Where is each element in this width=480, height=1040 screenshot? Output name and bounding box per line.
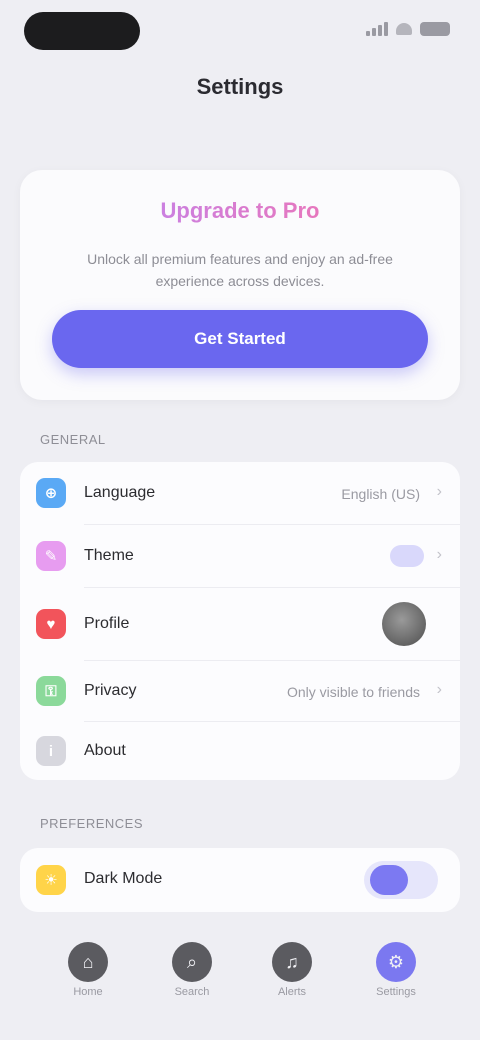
row-label: Dark Mode — [84, 870, 163, 887]
tab-home[interactable]: ⌂ Home — [60, 942, 116, 1002]
battery-icon — [420, 22, 450, 36]
chevron-right-icon: › — [436, 483, 442, 500]
globe-icon: ⊕ — [36, 478, 66, 508]
brush-icon: ✎ — [36, 541, 66, 571]
page-title: Settings — [196, 74, 284, 99]
tab-label: Home — [73, 986, 103, 998]
section-header-preferences: Preferences — [40, 816, 144, 831]
heart-icon: ♥ — [36, 609, 66, 639]
settings-row-about[interactable]: i About — [20, 722, 460, 780]
tab-label: Settings — [376, 986, 416, 998]
upgrade-title: Upgrade to Pro — [20, 198, 460, 224]
row-label: Language — [84, 484, 156, 501]
settings-row-dark-mode: ☀ Dark Mode — [20, 848, 460, 912]
row-label: Theme — [84, 547, 134, 564]
general-settings-group: ⊕ Language English (US) › ✎ Theme › ♥ Pr… — [20, 462, 460, 780]
tab-search[interactable]: ⌕ Search — [164, 942, 220, 1002]
dark-mode-toggle[interactable] — [364, 861, 438, 899]
tab-bar: ⌂ Home ⌕ Search ♫ Alerts ⚙ Settings — [0, 930, 480, 1040]
tab-alerts[interactable]: ♫ Alerts — [264, 942, 320, 1002]
tab-settings[interactable]: ⚙ Settings — [368, 942, 424, 1002]
upgrade-card: Upgrade to Pro Unlock all premium featur… — [20, 170, 460, 400]
wifi-icon — [396, 23, 412, 35]
signal-icon — [366, 22, 388, 36]
sun-icon: ☀ — [36, 865, 66, 895]
settings-row-profile[interactable]: ♥ Profile — [20, 588, 460, 660]
chevron-right-icon: › — [436, 546, 442, 563]
tab-label: Search — [174, 986, 210, 998]
row-label: Profile — [84, 615, 130, 632]
upgrade-description: Unlock all premium features and enjoy an… — [87, 251, 393, 289]
get-started-button[interactable]: Get Started — [52, 310, 428, 368]
status-bar — [0, 0, 480, 64]
avatar — [382, 602, 426, 646]
bell-icon: ♫ — [272, 942, 312, 982]
toggle-knob — [370, 865, 408, 895]
lock-icon: ⚿ — [36, 676, 66, 706]
dynamic-island — [24, 12, 140, 50]
row-label: About — [84, 742, 126, 759]
settings-row-language[interactable]: ⊕ Language English (US) › — [20, 462, 460, 524]
settings-row-theme[interactable]: ✎ Theme › — [20, 525, 460, 587]
chevron-right-icon: › — [436, 681, 442, 698]
row-label: Privacy — [84, 682, 137, 699]
row-value: English (US) — [341, 486, 420, 502]
tab-label: Alerts — [277, 986, 307, 998]
row-value: Only visible to friends — [286, 684, 420, 700]
preferences-group: ☀ Dark Mode — [20, 848, 460, 912]
info-icon: i — [36, 736, 66, 766]
status-icons — [366, 22, 450, 36]
settings-row-privacy[interactable]: ⚿ Privacy Only visible to friends › — [20, 661, 460, 721]
search-icon: ⌕ — [172, 942, 212, 982]
section-header-general: General — [40, 432, 106, 447]
theme-swatch — [390, 545, 424, 567]
gear-icon: ⚙ — [376, 942, 416, 982]
home-icon: ⌂ — [68, 942, 108, 982]
